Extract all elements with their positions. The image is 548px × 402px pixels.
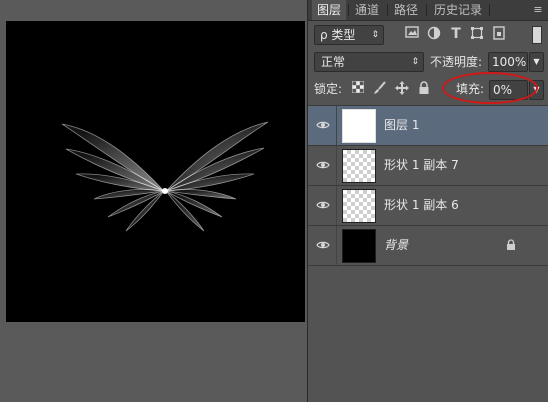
panel-menu-icon[interactable]: ≡ bbox=[531, 2, 545, 18]
filter-smartobject-icon[interactable] bbox=[491, 26, 507, 42]
tab-paths[interactable]: 路径 bbox=[390, 0, 422, 20]
filter-shape-icon[interactable] bbox=[469, 26, 485, 42]
tab-separator bbox=[348, 4, 349, 16]
layer-thumbnail bbox=[342, 109, 376, 143]
blend-mode-select[interactable]: 正常 ⇕ bbox=[314, 52, 424, 72]
layers-panel: 图层 通道 路径 历史记录 ≡ ρ 类型 ⇕ T 正常 ⇕ 不透明度: 100%… bbox=[307, 0, 548, 402]
layer-name[interactable]: 形状 1 副本 6 bbox=[384, 197, 459, 213]
layer-name[interactable]: 背景 bbox=[384, 237, 408, 253]
chevron-down-icon: ▼ bbox=[533, 57, 540, 66]
visibility-eye-icon[interactable] bbox=[316, 238, 330, 252]
row-divider bbox=[336, 106, 337, 145]
filter-kind-label: ρ 类型 bbox=[320, 28, 356, 42]
layer-row[interactable]: 背景 bbox=[308, 226, 548, 266]
chevron-updown-icon: ⇕ bbox=[411, 57, 419, 67]
wings-artwork bbox=[61, 121, 269, 232]
layer-thumbnail bbox=[342, 189, 376, 223]
lock-image-pixels-brush-icon[interactable] bbox=[372, 81, 388, 97]
layer-thumbnail bbox=[342, 229, 376, 263]
filter-pixel-icon[interactable] bbox=[404, 26, 420, 42]
tab-history[interactable]: 历史记录 bbox=[429, 0, 487, 20]
lock-position-move-icon[interactable] bbox=[394, 81, 410, 97]
filter-toggle-switch[interactable] bbox=[532, 26, 542, 44]
document-canvas[interactable] bbox=[6, 21, 305, 322]
lock-label: 锁定: bbox=[314, 82, 343, 96]
lock-transparent-pixels-icon[interactable] bbox=[350, 81, 366, 97]
tab-layers[interactable]: 图层 bbox=[312, 0, 346, 20]
layers-list: 图层 1 形状 1 副本 7 形状 1 副本 6 背景 bbox=[308, 105, 548, 266]
layer-row[interactable]: 形状 1 副本 7 bbox=[308, 146, 548, 186]
lock-all-icon[interactable] bbox=[416, 81, 432, 97]
lock-icon bbox=[507, 239, 515, 250]
opacity-dropdown-button[interactable]: ▼ bbox=[529, 52, 544, 72]
red-highlight-circle bbox=[442, 72, 538, 104]
filter-type-icon[interactable]: T bbox=[448, 26, 464, 42]
layer-name[interactable]: 形状 1 副本 7 bbox=[384, 157, 459, 173]
visibility-eye-icon[interactable] bbox=[316, 158, 330, 172]
row-divider bbox=[336, 146, 337, 185]
opacity-value: 100% bbox=[492, 55, 527, 69]
visibility-eye-icon[interactable] bbox=[316, 198, 330, 212]
tab-separator bbox=[426, 4, 427, 16]
layer-row[interactable]: 形状 1 副本 6 bbox=[308, 186, 548, 226]
blend-mode-label: 正常 bbox=[321, 55, 346, 69]
filter-adjustment-icon[interactable] bbox=[426, 26, 442, 42]
visibility-eye-icon[interactable] bbox=[316, 118, 330, 132]
opacity-label: 不透明度: bbox=[430, 55, 483, 69]
layer-name[interactable]: 图层 1 bbox=[384, 117, 419, 133]
panel-tabbar: 图层 通道 路径 历史记录 ≡ bbox=[308, 0, 548, 21]
row-divider bbox=[336, 226, 337, 265]
filter-kind-select[interactable]: ρ 类型 ⇕ bbox=[314, 25, 384, 45]
layer-row[interactable]: 图层 1 bbox=[308, 106, 548, 146]
layer-thumbnail bbox=[342, 149, 376, 183]
row-divider bbox=[336, 186, 337, 225]
chevron-updown-icon: ⇕ bbox=[371, 30, 379, 40]
tab-separator bbox=[387, 4, 388, 16]
opacity-input[interactable]: 100% bbox=[488, 52, 528, 72]
tab-separator bbox=[489, 4, 490, 16]
tab-channels[interactable]: 通道 bbox=[351, 0, 383, 20]
document-area bbox=[0, 0, 306, 402]
